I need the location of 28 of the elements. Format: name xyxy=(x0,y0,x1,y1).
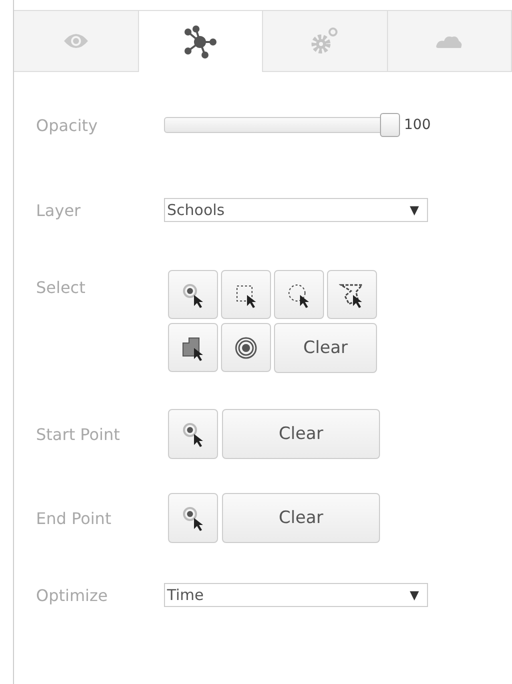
field-label: Start Point xyxy=(36,424,121,444)
rectangle-select-button[interactable] xyxy=(221,270,271,319)
field-label: Optimize xyxy=(36,586,109,604)
circle-select-button[interactable] xyxy=(274,270,324,319)
field-label: Select xyxy=(36,278,86,297)
field-label: Opacity xyxy=(36,116,99,134)
point-select-button[interactable] xyxy=(168,493,218,543)
opacity-value: 100 xyxy=(404,117,431,133)
target-icon xyxy=(233,334,259,360)
polygon-select-button[interactable] xyxy=(168,323,218,372)
network-icon xyxy=(183,24,218,58)
clear-button[interactable]: Clear xyxy=(222,493,380,543)
slider-handle[interactable] xyxy=(380,113,400,137)
clear-button[interactable]: Clear xyxy=(274,323,377,373)
lasso-select-icon xyxy=(339,282,365,308)
opacity-slider[interactable] xyxy=(164,113,398,137)
eye-icon xyxy=(62,33,89,49)
tab[interactable] xyxy=(138,10,263,72)
field-label: Layer xyxy=(36,200,82,220)
point-select-button[interactable] xyxy=(168,270,218,319)
point-select-button[interactable] xyxy=(168,409,218,459)
buffer-select-button[interactable] xyxy=(221,323,271,372)
field-label: End Point xyxy=(36,508,112,528)
gear-icon xyxy=(310,26,340,56)
layer-dropdown[interactable]: Schools ▼ xyxy=(164,198,428,222)
optimize-dropdown[interactable]: Time ▼ xyxy=(164,583,428,607)
lasso-select-button[interactable] xyxy=(327,270,377,319)
clear-button[interactable]: Clear xyxy=(222,409,380,459)
